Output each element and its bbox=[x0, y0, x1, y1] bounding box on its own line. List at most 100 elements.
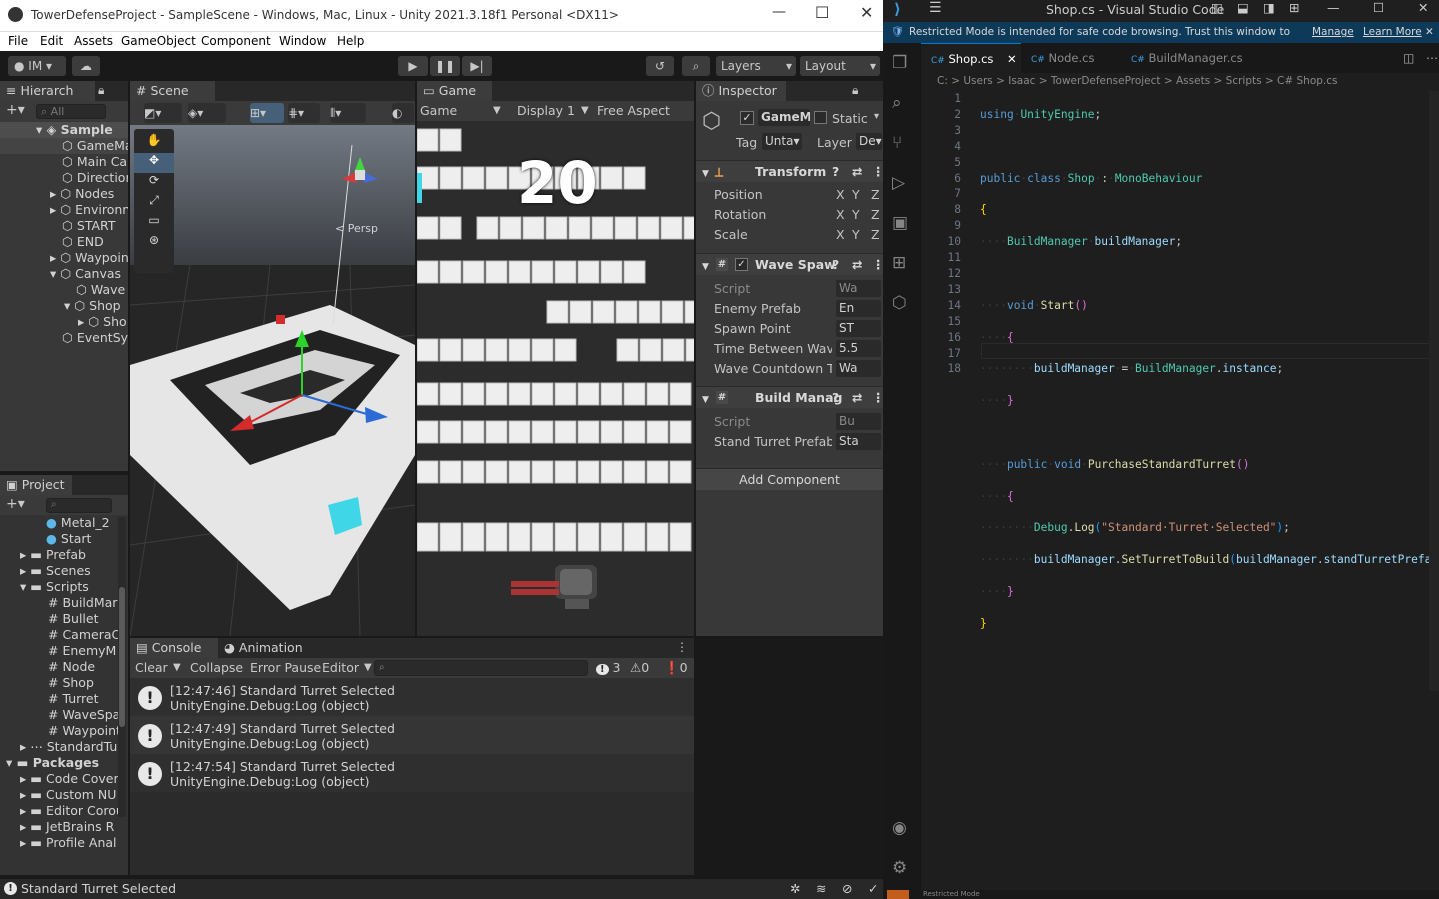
restricted-mode-status[interactable]: Restricted Mode bbox=[923, 890, 980, 898]
turret-shop-icon[interactable] bbox=[505, 559, 605, 615]
add-button[interactable]: +▾ bbox=[6, 102, 25, 118]
toggle-secondary-sidebar-icon[interactable]: ◨ bbox=[1263, 0, 1275, 15]
project-script[interactable]: # Node bbox=[0, 659, 118, 675]
learn-more-link[interactable]: Learn More bbox=[1363, 22, 1422, 43]
console-entry[interactable]: ! [12:47:49] Standard Turret Selected Unit… bbox=[130, 716, 694, 754]
preset-icon[interactable]: ⇄ bbox=[852, 254, 862, 276]
split-editor-icon[interactable]: ◫ bbox=[1403, 51, 1414, 65]
hierarchy-item-directional-light[interactable]: ⬡ Directior bbox=[0, 170, 128, 186]
project-package[interactable]: ▸ ▬ Profile Anal bbox=[0, 835, 118, 851]
lock-icon[interactable]: 🔒︎ bbox=[98, 83, 104, 98]
menu-help[interactable]: Help bbox=[337, 34, 364, 48]
check-icon[interactable]: ✓ bbox=[868, 879, 878, 899]
cache-icon[interactable]: ⊘ bbox=[842, 879, 852, 899]
error-count-toggle[interactable]: ❗0 bbox=[664, 658, 688, 678]
hierarchy-item-main-camera[interactable]: ⬡ Main Ca bbox=[0, 154, 128, 170]
display-dropdown[interactable]: Display 1 bbox=[517, 101, 575, 121]
log-count-toggle[interactable]: ! 3 bbox=[596, 658, 621, 680]
manage-link[interactable]: Manage bbox=[1312, 22, 1354, 43]
grid-icon[interactable]: ⋕▾ bbox=[288, 103, 320, 123]
transform-tool-icon[interactable]: ⊛ bbox=[134, 233, 174, 253]
add-component-button[interactable]: Add Component bbox=[696, 468, 883, 490]
project-script[interactable]: # Shop bbox=[0, 675, 118, 691]
hierarchy-item-gamemanager[interactable]: ⬡ GameMa bbox=[0, 138, 128, 154]
play-button[interactable]: ▶ bbox=[398, 56, 428, 76]
console-entry[interactable]: ! [12:47:54] Standard Turret Selected Unit… bbox=[130, 754, 694, 792]
inspector-lock-icon[interactable]: 🔒︎ bbox=[852, 83, 858, 98]
editor-dropdown[interactable]: Editor bbox=[322, 658, 359, 678]
manage-gear-icon[interactable]: ⚙ bbox=[892, 858, 907, 878]
layers-dropdown[interactable]: Layers ▾ bbox=[716, 56, 796, 76]
help-icon[interactable]: ? bbox=[832, 161, 839, 183]
warning-count-toggle[interactable]: ⚠0 bbox=[630, 658, 649, 678]
rotate-tool-icon[interactable]: ⟳ bbox=[134, 173, 174, 193]
history-icon[interactable]: ↺ bbox=[646, 56, 674, 76]
project-script[interactable]: # WaveSpa bbox=[0, 707, 118, 723]
project-script[interactable]: # Waypoint bbox=[0, 723, 118, 739]
customize-layout-icon[interactable]: ⊞ bbox=[1289, 0, 1299, 15]
hierarchy-item-canvas[interactable]: ▾ ⬡ Canvas bbox=[0, 266, 128, 282]
project-script[interactable]: # BuildMar bbox=[0, 595, 118, 611]
project-scrollbar[interactable] bbox=[118, 517, 126, 817]
toggle-primary-sidebar-icon[interactable]: ◫ bbox=[1211, 0, 1223, 15]
project-script[interactable]: # CameraC bbox=[0, 627, 118, 643]
aspect-dropdown[interactable]: Free Aspect bbox=[597, 101, 670, 121]
menu-component[interactable]: Component bbox=[201, 34, 271, 48]
tab-game[interactable]: ▭ Game bbox=[417, 81, 492, 101]
menu-edit[interactable]: Edit bbox=[40, 34, 63, 48]
console-menu-icon[interactable]: ⋮ bbox=[676, 640, 688, 654]
tab-project[interactable]: ▣ Project bbox=[0, 475, 72, 495]
rect-tool-icon[interactable]: ▭ bbox=[134, 213, 174, 233]
wavespawner-component-header[interactable]: ▼ # ✓ Wave Spaw ? ⇄ ⋮ bbox=[696, 253, 885, 276]
wave-prop-field[interactable]: ST bbox=[836, 320, 881, 337]
pause-button[interactable]: ❚❚ bbox=[430, 56, 460, 76]
game-display-dropdown[interactable]: Game bbox=[420, 101, 457, 121]
draw-mode-icon[interactable]: ◩▾ bbox=[144, 103, 182, 123]
project-package[interactable]: ▸ ▬ JetBrains R bbox=[0, 819, 118, 835]
transform-component-header[interactable]: ▼ ⟂ Transform ? ⇄ ⋮ bbox=[696, 160, 885, 183]
object-name-field[interactable]: GameM bbox=[758, 109, 810, 126]
project-folder[interactable]: ▸ ▬ Prefab bbox=[0, 547, 118, 563]
hierarchy-item-shop-child[interactable]: ▸ ⬡ Sho bbox=[0, 314, 128, 330]
increment-snap-icon[interactable]: ⦀▾ bbox=[330, 103, 366, 123]
wave-prop-field[interactable]: 5.5 bbox=[836, 340, 881, 357]
project-search-input[interactable]: ⌕ bbox=[46, 498, 112, 513]
menu-window[interactable]: Window bbox=[279, 34, 326, 48]
help-icon[interactable]: ? bbox=[832, 254, 839, 276]
error-pause-button[interactable]: Error Pause bbox=[250, 658, 321, 678]
project-prefab[interactable]: ▸ ⋯ StandardTu bbox=[0, 739, 118, 755]
editor-scrollbar[interactable] bbox=[1429, 91, 1439, 691]
tab-hierarchy[interactable]: ≡ Hierarch bbox=[0, 81, 95, 101]
hierarchy-item-shop[interactable]: ▾ ⬡ Shop bbox=[0, 298, 128, 314]
remote-explorer-icon[interactable]: ▣ bbox=[892, 213, 908, 233]
search-icon[interactable]: ⌕ bbox=[682, 56, 710, 76]
build-prop-field[interactable]: Bu bbox=[836, 413, 881, 430]
extensions-icon[interactable]: ⊞ bbox=[892, 253, 906, 273]
project-package[interactable]: ▸ ▬ Editor Corou bbox=[0, 803, 118, 819]
project-item[interactable]: ● Metal_2 bbox=[0, 515, 118, 531]
wave-prop-field[interactable]: Wa bbox=[836, 360, 881, 377]
tab-shop-cs[interactable]: C# Shop.cs ✕ bbox=[921, 43, 1021, 73]
hierarchy-item-environment[interactable]: ▸ ⬡ Environn bbox=[0, 202, 128, 218]
tab-scene[interactable]: # Scene bbox=[130, 81, 215, 101]
preset-icon[interactable]: ⇄ bbox=[852, 387, 862, 409]
cloud-icon[interactable]: ☁ bbox=[72, 56, 100, 76]
hierarchy-item-eventsystem[interactable]: ⬡ EventSy bbox=[0, 330, 128, 346]
build-prop-field[interactable]: Sta bbox=[836, 433, 881, 450]
tab-console[interactable]: ▤ Console bbox=[130, 638, 218, 658]
hierarchy-scene-root[interactable]: ▾ ◈ Sample bbox=[0, 122, 128, 138]
hierarchy-item-start[interactable]: ⬡ START bbox=[0, 218, 128, 234]
menu-file[interactable]: File bbox=[8, 34, 28, 48]
hierarchy-item-wave[interactable]: ⬡ Wave bbox=[0, 282, 128, 298]
project-script[interactable]: # Bullet bbox=[0, 611, 118, 627]
run-debug-icon[interactable]: ▷ bbox=[892, 173, 905, 193]
project-folder[interactable]: ▾ ▬ Scripts bbox=[0, 579, 118, 595]
tag-dropdown[interactable]: Unta▾ bbox=[762, 133, 802, 150]
clear-button[interactable]: Clear bbox=[135, 658, 168, 678]
static-checkbox[interactable] bbox=[814, 111, 827, 124]
tab-animation[interactable]: ◕ Animation bbox=[224, 638, 303, 658]
account-icon[interactable]: ◉ bbox=[892, 818, 907, 838]
help-icon[interactable]: ? bbox=[832, 387, 839, 409]
maximize-button[interactable]: ☐ bbox=[815, 3, 829, 22]
code-editor[interactable]: 1 2 3 4 5 6 7 8 9 10 11 12 13 14 15 16 17 18 using·UnityE… bbox=[921, 91, 1439, 630]
